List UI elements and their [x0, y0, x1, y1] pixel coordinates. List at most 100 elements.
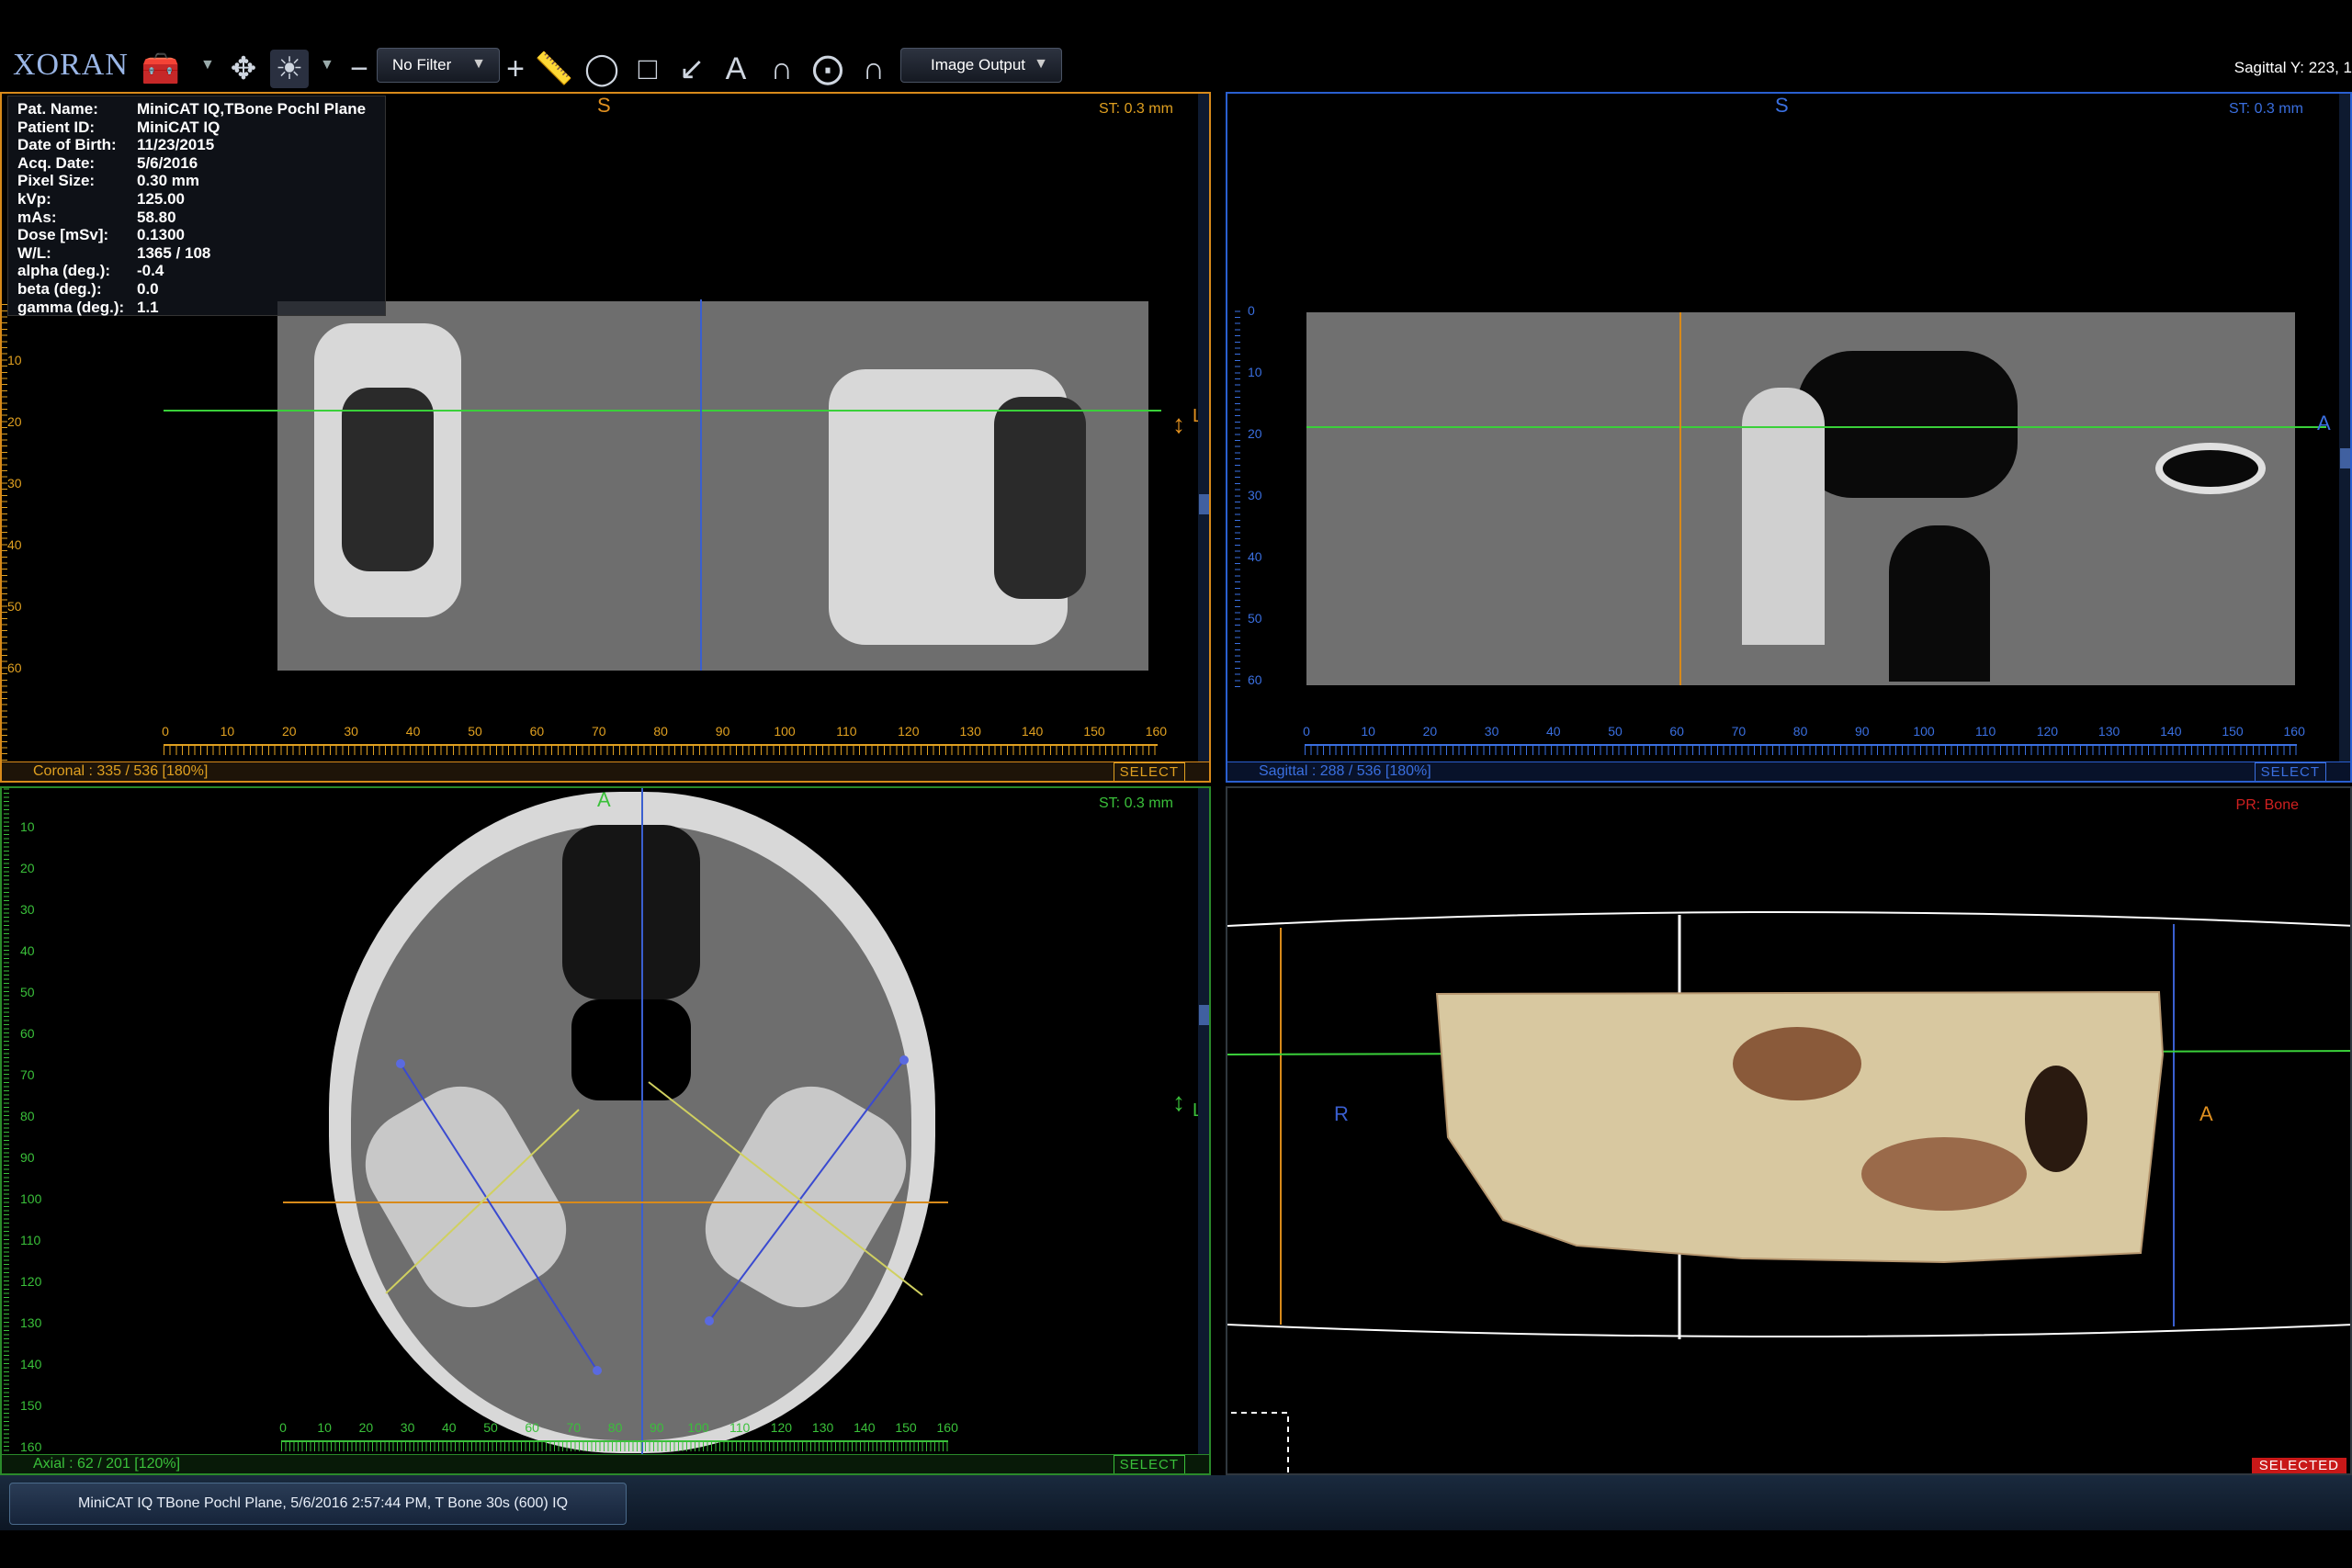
- y-tick-label: 120: [20, 1274, 42, 1289]
- pochl-plane-lines[interactable]: [2, 788, 1196, 1455]
- slice-thickness: ST: 0.3 mm: [1099, 795, 1173, 811]
- patient-info-overlay: Pat. Name: MiniCAT IQ,TBone Pochl Plane Pa…: [7, 96, 386, 316]
- slice-thickness: ST: 0.3 mm: [2229, 101, 2303, 117]
- x-tick-label: 30: [400, 1420, 415, 1435]
- study-tab[interactable]: MiniCAT IQ TBone Pochl Plane, 5/6/2016 2…: [9, 1483, 627, 1525]
- chevron-down-icon[interactable]: ▼: [320, 57, 334, 73]
- selection-corner: [1231, 1412, 1289, 1473]
- patient-info-row: kVp: 125.00: [17, 190, 385, 209]
- select-button[interactable]: SELECT: [1113, 762, 1185, 781]
- x-tick-label: 20: [358, 1420, 374, 1435]
- plane-handle[interactable]: [705, 1316, 714, 1325]
- y-tick-label: 100: [20, 1191, 42, 1206]
- arch-icon[interactable]: ∩: [854, 50, 893, 88]
- y-tick-label: 40: [20, 943, 35, 958]
- patient-info-key: mAs:: [17, 208, 57, 226]
- crosshair-horizontal[interactable]: [1306, 426, 2326, 428]
- zoom-in-icon[interactable]: +: [502, 50, 529, 88]
- plane-handle[interactable]: [396, 1059, 405, 1068]
- y-tick-label: 10: [1248, 365, 1262, 379]
- sagittal-viewport[interactable]: S A ST: 0.3 mm 0 10 20 30 40 50 60 70 80 90 100 110…: [1226, 92, 2352, 783]
- angle-icon[interactable]: ∩: [763, 50, 801, 88]
- y-tick-label: 30: [7, 476, 22, 491]
- patient-info-row: Pat. Name: MiniCAT IQ,TBone Pochl Plane: [17, 100, 385, 118]
- y-tick-label: 60: [1248, 672, 1262, 687]
- x-tick-label: 30: [344, 724, 358, 739]
- plane-handle[interactable]: [593, 1366, 602, 1375]
- image-output-dropdown[interactable]: Image Output ▼: [900, 48, 1062, 83]
- chevron-down-icon[interactable]: ▼: [200, 57, 215, 73]
- x-tick-label: 110: [836, 724, 857, 739]
- x-tick-label: 60: [525, 1420, 539, 1435]
- x-tick-label: 70: [1731, 724, 1747, 739]
- plane-handle[interactable]: [899, 1055, 909, 1065]
- crosshair-horizontal[interactable]: [164, 410, 1161, 412]
- crosshair-vertical[interactable]: [700, 299, 702, 671]
- taskbar: MiniCAT IQ TBone Pochl Plane, 5/6/2016 2…: [0, 1475, 2352, 1530]
- volume-bounds[interactable]: [1227, 788, 2352, 1475]
- patient-info-key: Date of Birth:: [17, 136, 117, 154]
- sagittal-footer: Sagittal : 288 / 536 [180%] SELECT: [1227, 761, 2350, 781]
- crosshair-vertical[interactable]: [1679, 312, 1681, 685]
- x-tick-label: 0: [279, 1420, 287, 1435]
- filter-dropdown[interactable]: No Filter ▼: [377, 48, 500, 83]
- select-button[interactable]: SELECT: [2254, 762, 2326, 781]
- flip-arrow-icon[interactable]: ↕: [1172, 410, 1185, 439]
- x-tick-label: 160: [1145, 724, 1168, 739]
- flip-arrow-icon[interactable]: ↕: [1172, 1088, 1185, 1117]
- patient-info-value: 0.0: [137, 279, 159, 298]
- y-tick-label: 90: [20, 1150, 35, 1165]
- y-tick-label: 40: [7, 537, 22, 552]
- patient-info-key: alpha (deg.):: [17, 262, 111, 280]
- x-axis-ruler: [164, 744, 1158, 755]
- x-tick-label: 80: [1792, 724, 1808, 739]
- plane-line-right-yellow[interactable]: [648, 1081, 923, 1296]
- patient-info-key: Dose [mSv]:: [17, 226, 109, 244]
- axial-footer: Axial : 62 / 201 [120%] SELECT: [2, 1454, 1209, 1473]
- arrow-annotation-icon[interactable]: ↙: [673, 50, 711, 88]
- filter-dropdown-label: No Filter: [392, 56, 452, 73]
- text-annotation-icon[interactable]: A: [717, 50, 755, 88]
- orientation-top: S: [597, 94, 611, 117]
- orientation-side: A: [2317, 412, 2331, 434]
- patient-info-value: 58.80: [137, 208, 176, 226]
- ruler-icon[interactable]: 📏: [535, 50, 573, 88]
- window-level-icon[interactable]: ☀: [270, 50, 309, 88]
- zoom-out-icon[interactable]: −: [345, 50, 373, 88]
- x-tick-label: 60: [529, 724, 545, 739]
- x-tick-label: 0: [1303, 724, 1310, 739]
- slice-scrollbar[interactable]: [1198, 94, 1209, 762]
- plane-line-left-blue[interactable]: [400, 1063, 598, 1371]
- toolbox-icon[interactable]: 🧰: [141, 50, 180, 88]
- y-tick-label: 160: [20, 1439, 42, 1454]
- select-button[interactable]: SELECT: [1113, 1455, 1185, 1473]
- chevron-down-icon: ▼: [471, 56, 486, 72]
- x-tick-label: 160: [2283, 724, 2305, 739]
- ring-structure: [2155, 443, 2266, 494]
- patient-info-row: alpha (deg.): -0.4: [17, 262, 385, 280]
- patient-info-value: 125.00: [137, 189, 185, 208]
- x-tick-label: 50: [483, 1420, 498, 1435]
- y-tick-label: 80: [20, 1109, 35, 1123]
- render3d-viewport[interactable]: PR: Bone R A SELECTED: [1226, 786, 2352, 1475]
- y-axis-ruler: [2, 301, 7, 779]
- patient-info-row: Dose [mSv]: 0.1300: [17, 226, 385, 244]
- plane-line-left-yellow[interactable]: [385, 1109, 580, 1294]
- patient-info-row: Patient ID: MiniCAT IQ: [17, 118, 385, 137]
- slice-label: Axial : 62 / 201 [120%]: [33, 1456, 181, 1472]
- slice-scrollbar[interactable]: [1198, 788, 1209, 1455]
- render-shadow: [1861, 1137, 2027, 1211]
- axial-viewport[interactable]: A L ↕ ST: 0.3 mm 01020304050607080901001…: [0, 786, 1211, 1475]
- x-tick-label: 110: [1975, 724, 1996, 739]
- slice-scrollbar[interactable]: [2339, 94, 2350, 762]
- slice-label: Coronal : 335 / 536 [180%]: [33, 763, 209, 779]
- curve-icon[interactable]: ⨀: [808, 50, 847, 88]
- circle-roi-icon[interactable]: ◯: [582, 50, 621, 88]
- y-tick-label: 60: [20, 1026, 35, 1041]
- plane-line-right-blue[interactable]: [708, 1059, 905, 1322]
- x-tick-label: 130: [811, 1420, 834, 1435]
- pan-icon[interactable]: ✥: [224, 50, 263, 88]
- mastoid-cells-left: [342, 388, 434, 571]
- slice-label: Sagittal : 288 / 536 [180%]: [1259, 763, 1431, 779]
- rectangle-roi-icon[interactable]: □: [628, 50, 667, 88]
